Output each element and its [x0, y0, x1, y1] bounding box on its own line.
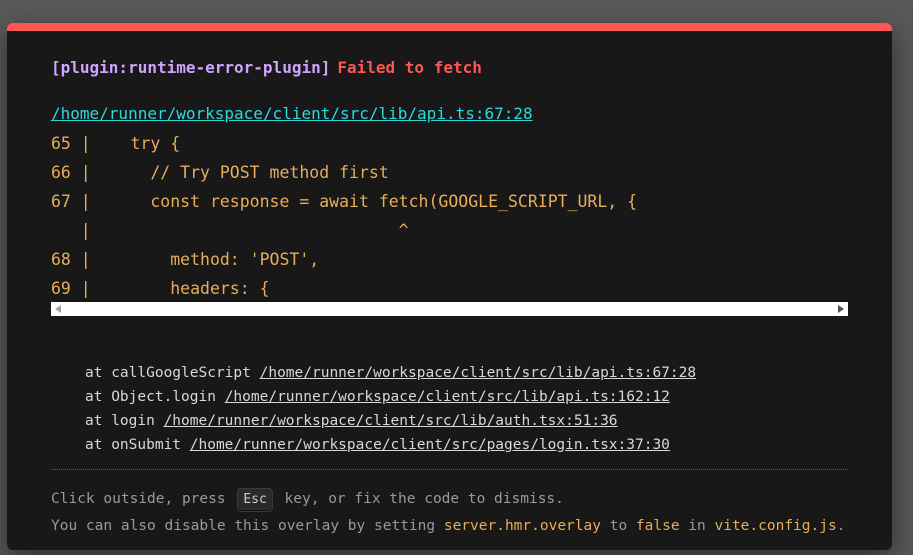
- config-setting: server.hmr.overlay: [443, 518, 601, 534]
- scroll-left-arrow-icon[interactable]: [55, 305, 61, 313]
- stack-frame: at login /home/runner/workspace/client/s…: [85, 409, 696, 433]
- stack-frame: at Object.login /home/runner/workspace/c…: [85, 385, 696, 409]
- code-line: 69 | headers: {: [51, 279, 270, 298]
- tip-text: You can also disable this overlay by set…: [51, 518, 444, 534]
- code-line: 68 | method: 'POST',: [51, 250, 320, 269]
- tip-text: key, or fix the code to dismiss.: [275, 491, 564, 507]
- stack-frame-link[interactable]: /home/runner/workspace/client/src/lib/ap…: [260, 365, 697, 381]
- code-frame[interactable]: 65 | try { 66 | // Try POST method first…: [51, 129, 848, 299]
- stack-frame-function: at login: [85, 413, 164, 429]
- code-line: 65 | try {: [51, 134, 181, 153]
- stack-frame-link[interactable]: /home/runner/workspace/client/src/pages/…: [190, 437, 670, 453]
- error-overlay: [plugin:runtime-error-plugin] Failed to f…: [7, 23, 892, 550]
- stack-frame-link[interactable]: /home/runner/workspace/client/src/lib/au…: [164, 413, 618, 429]
- tip-text: in: [679, 518, 715, 534]
- dismiss-tip: Click outside, press Esc key, or fix the…: [51, 488, 564, 512]
- code-line-caret: | ^: [51, 221, 409, 240]
- stack-frame: at onSubmit /home/runner/workspace/clien…: [85, 433, 696, 457]
- disable-tip: You can also disable this overlay by set…: [51, 518, 845, 534]
- config-value: false: [635, 518, 680, 534]
- divider: [51, 469, 848, 470]
- horizontal-scrollbar[interactable]: [51, 302, 848, 316]
- code-line: 66 | // Try POST method first: [51, 163, 389, 182]
- stack-frame-function: at callGoogleScript: [85, 365, 260, 381]
- stack-frame-link[interactable]: /home/runner/workspace/client/src/lib/ap…: [225, 389, 670, 405]
- error-message: Failed to fetch: [337, 58, 482, 77]
- esc-key-badge: Esc: [237, 488, 273, 512]
- stack-frame-function: at onSubmit: [85, 437, 190, 453]
- scroll-right-arrow-icon[interactable]: [838, 305, 844, 313]
- plugin-name: [plugin:runtime-error-plugin]: [51, 58, 331, 77]
- tip-text: .: [836, 518, 846, 534]
- tip-text: to: [600, 518, 636, 534]
- stack-frame-function: at Object.login: [85, 389, 225, 405]
- stack-frame: at callGoogleScript /home/runner/workspa…: [85, 361, 696, 385]
- config-file: vite.config.js: [714, 518, 837, 534]
- stack-trace: at callGoogleScript /home/runner/workspa…: [85, 361, 696, 457]
- tip-text: Click outside, press: [51, 491, 235, 507]
- error-file-link[interactable]: /home/runner/workspace/client/src/lib/ap…: [51, 104, 533, 123]
- code-line: 67 | const response = await fetch(GOOGLE…: [51, 192, 638, 211]
- error-header: [plugin:runtime-error-plugin] Failed to f…: [51, 58, 482, 77]
